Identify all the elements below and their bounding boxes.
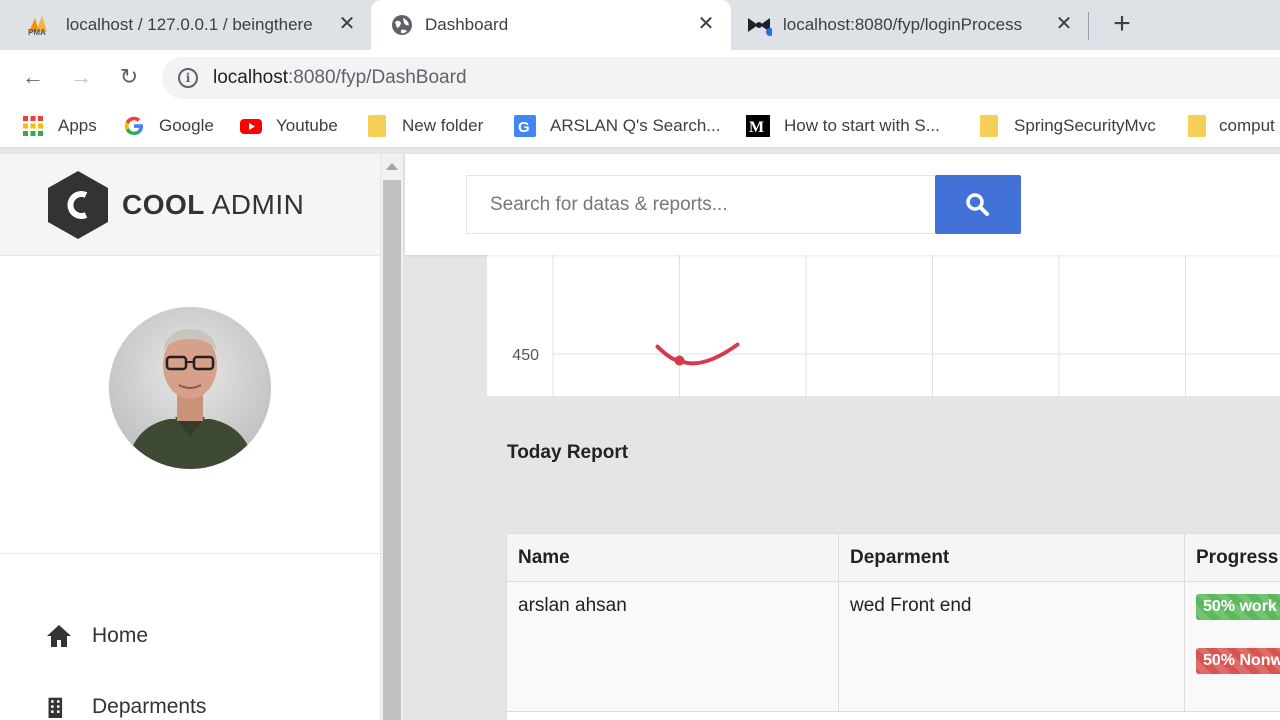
search-input[interactable]: Search for datas & reports... <box>466 175 936 234</box>
bookmark-label: SpringSecurityMvc <box>1014 116 1156 135</box>
bookmark-label: Youtube <box>276 116 338 135</box>
avatar <box>109 307 271 469</box>
bookmark-arslan-search[interactable]: G ARSLAN Q's Search... <box>514 114 720 138</box>
tab-dashboard[interactable]: Dashboard ✕ <box>371 0 731 50</box>
progress-nonwork-badge: 50% Nonwork <box>1196 648 1280 674</box>
close-icon[interactable]: ✕ <box>336 13 358 35</box>
bookmark-comput[interactable]: comput <box>1188 114 1275 138</box>
back-icon[interactable]: ← <box>19 63 47 91</box>
logo-hexagon-icon <box>48 171 108 239</box>
globe-icon <box>392 15 412 35</box>
home-icon <box>47 625 71 647</box>
bookmark-label: comput <box>1219 116 1275 135</box>
apps-grid-icon <box>23 116 43 136</box>
scrollbar-thumb[interactable] <box>383 180 401 720</box>
search-button[interactable] <box>935 175 1021 234</box>
bookmark-apps[interactable]: Apps <box>22 114 97 138</box>
avatar-photo <box>109 307 271 469</box>
forward-icon[interactable]: → <box>67 63 95 91</box>
bowtie-icon <box>748 18 772 36</box>
bookmark-label: How to start with S... <box>784 116 940 135</box>
y-tick-label: 450 <box>512 347 539 364</box>
brand-logo[interactable]: COOL ADMIN <box>0 154 380 256</box>
google-icon <box>124 116 143 135</box>
svg-text:G: G <box>518 119 530 136</box>
tab-title: localhost / 127.0.0.1 / beingthere <box>66 15 313 34</box>
url-host: localhost <box>213 67 288 88</box>
brand-light: ADMIN <box>211 189 305 220</box>
sidebar-divider <box>0 553 380 554</box>
bookmark-label: New folder <box>402 116 484 135</box>
folder-icon <box>1188 115 1206 137</box>
new-tab-icon[interactable]: + <box>1108 9 1136 40</box>
bookmark-label: Google <box>159 116 214 135</box>
info-icon[interactable]: i <box>178 68 198 88</box>
tab-login-process[interactable]: localhost:8080/fyp/loginProcess ✕ <box>732 0 1088 50</box>
sidebar-item-deparments[interactable]: Deparments <box>46 692 206 720</box>
folder-icon <box>368 115 386 137</box>
cell-name: arslan ahsan <box>507 582 839 712</box>
bookmark-label: Apps <box>58 116 97 135</box>
svg-text:PMA: PMA <box>28 28 46 36</box>
tab-title: localhost:8080/fyp/loginProcess <box>783 15 1023 34</box>
folder-icon <box>980 115 998 137</box>
reload-icon[interactable]: ↻ <box>115 63 143 91</box>
brand-bold: COOL <box>122 189 205 220</box>
search-icon <box>966 193 989 216</box>
column-header-department: Deparment <box>839 534 1185 582</box>
column-header-progress: Progress <box>1185 534 1280 582</box>
browser-tabstrip: PMA localhost / 127.0.0.1 / beingthere ✕… <box>0 0 1280 50</box>
close-icon[interactable]: ✕ <box>1053 13 1075 35</box>
svg-text:M: M <box>749 119 764 136</box>
data-point <box>674 355 685 366</box>
tab-separator <box>1088 12 1089 40</box>
bookmark-new-folder[interactable]: New folder <box>368 114 483 138</box>
column-header-name: Name <box>507 534 839 582</box>
bookmark-youtube[interactable]: Youtube <box>240 114 338 138</box>
report-title: Today Report <box>507 442 629 463</box>
bookmarks-bar: Apps Google Youtube New folder G ARSLAN … <box>0 104 1280 148</box>
bookmark-google[interactable]: Google <box>123 114 214 138</box>
sidebar-scrollbar[interactable] <box>381 154 403 720</box>
bookmark-label: ARSLAN Q's Search... <box>550 116 721 135</box>
youtube-icon <box>240 119 262 134</box>
sidebar-item-home[interactable]: Home <box>46 621 148 651</box>
sidebar-item-label: Home <box>92 624 149 647</box>
browser-toolbar: ← → ↻ i localhost:8080/fyp/DashBoard <box>0 50 1280 104</box>
scroll-up-arrow-icon[interactable] <box>386 163 398 170</box>
page-viewport: COOL ADMIN Home Deparments 450 Search fo… <box>0 154 1280 720</box>
tab-phpmyadmin[interactable]: PMA localhost / 127.0.0.1 / beingthere ✕ <box>0 0 370 50</box>
g-icon: G <box>514 115 536 137</box>
progress-work-badge: 50% work <box>1196 594 1280 620</box>
close-icon[interactable]: ✕ <box>695 13 717 35</box>
phpmyadmin-icon: PMA <box>28 16 47 36</box>
cell-progress: 50% work 50% Nonwork <box>1185 582 1280 712</box>
tab-title: Dashboard <box>425 15 509 34</box>
cell-department: wed Front end <box>839 582 1185 712</box>
url-path: :8080/fyp/DashBoard <box>288 67 467 88</box>
brand-name: COOL ADMIN <box>122 189 304 221</box>
building-icon <box>48 697 63 718</box>
sidebar: COOL ADMIN Home Deparments <box>0 154 380 720</box>
sidebar-item-label: Deparments <box>92 695 207 718</box>
bookmark-springsecuritymvc[interactable]: SpringSecurityMvc <box>980 114 1156 138</box>
page-header: Search for datas & reports... <box>405 154 1280 255</box>
report-table: Name Deparment Progress arslan ahsan wed… <box>506 533 1280 720</box>
address-bar[interactable]: i localhost:8080/fyp/DashBoard <box>162 57 1280 99</box>
url-text[interactable]: localhost:8080/fyp/DashBoard <box>213 67 467 89</box>
medium-icon: M <box>746 115 770 137</box>
bookmark-medium[interactable]: M How to start with S... <box>746 114 940 138</box>
